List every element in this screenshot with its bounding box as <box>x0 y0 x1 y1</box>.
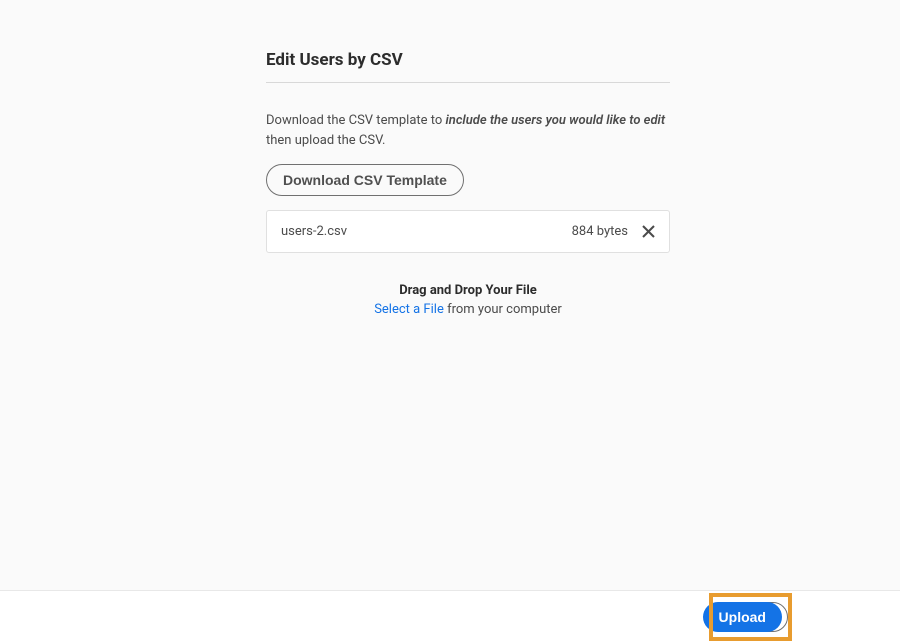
page-title: Edit Users by CSV <box>266 50 670 70</box>
title-divider <box>266 82 670 83</box>
instruction-text: Download the CSV template to include the… <box>266 111 670 150</box>
upload-button[interactable]: Upload <box>703 602 782 632</box>
download-csv-template-button[interactable]: Download CSV Template <box>266 164 464 196</box>
drop-suffix: from your computer <box>444 302 562 317</box>
select-file-link[interactable]: Select a File <box>374 302 444 317</box>
instruction-emphasis: include the users you would like to edit <box>446 113 666 128</box>
drop-area[interactable]: Drag and Drop Your File Select a File fr… <box>266 283 670 317</box>
close-icon <box>642 225 655 238</box>
file-name: users-2.csv <box>281 224 347 239</box>
instruction-suffix: then upload the CSV. <box>266 133 385 148</box>
file-size: 884 bytes <box>572 224 628 239</box>
file-meta: 884 bytes <box>572 224 655 239</box>
drop-subtitle: Select a File from your computer <box>266 302 670 317</box>
edit-users-panel: Edit Users by CSV Download the CSV templ… <box>266 0 670 317</box>
remove-file-button[interactable] <box>642 225 655 238</box>
instruction-prefix: Download the CSV template to <box>266 113 446 128</box>
uploaded-file-row: users-2.csv 884 bytes <box>266 210 670 253</box>
drop-title: Drag and Drop Your File <box>266 283 670 298</box>
